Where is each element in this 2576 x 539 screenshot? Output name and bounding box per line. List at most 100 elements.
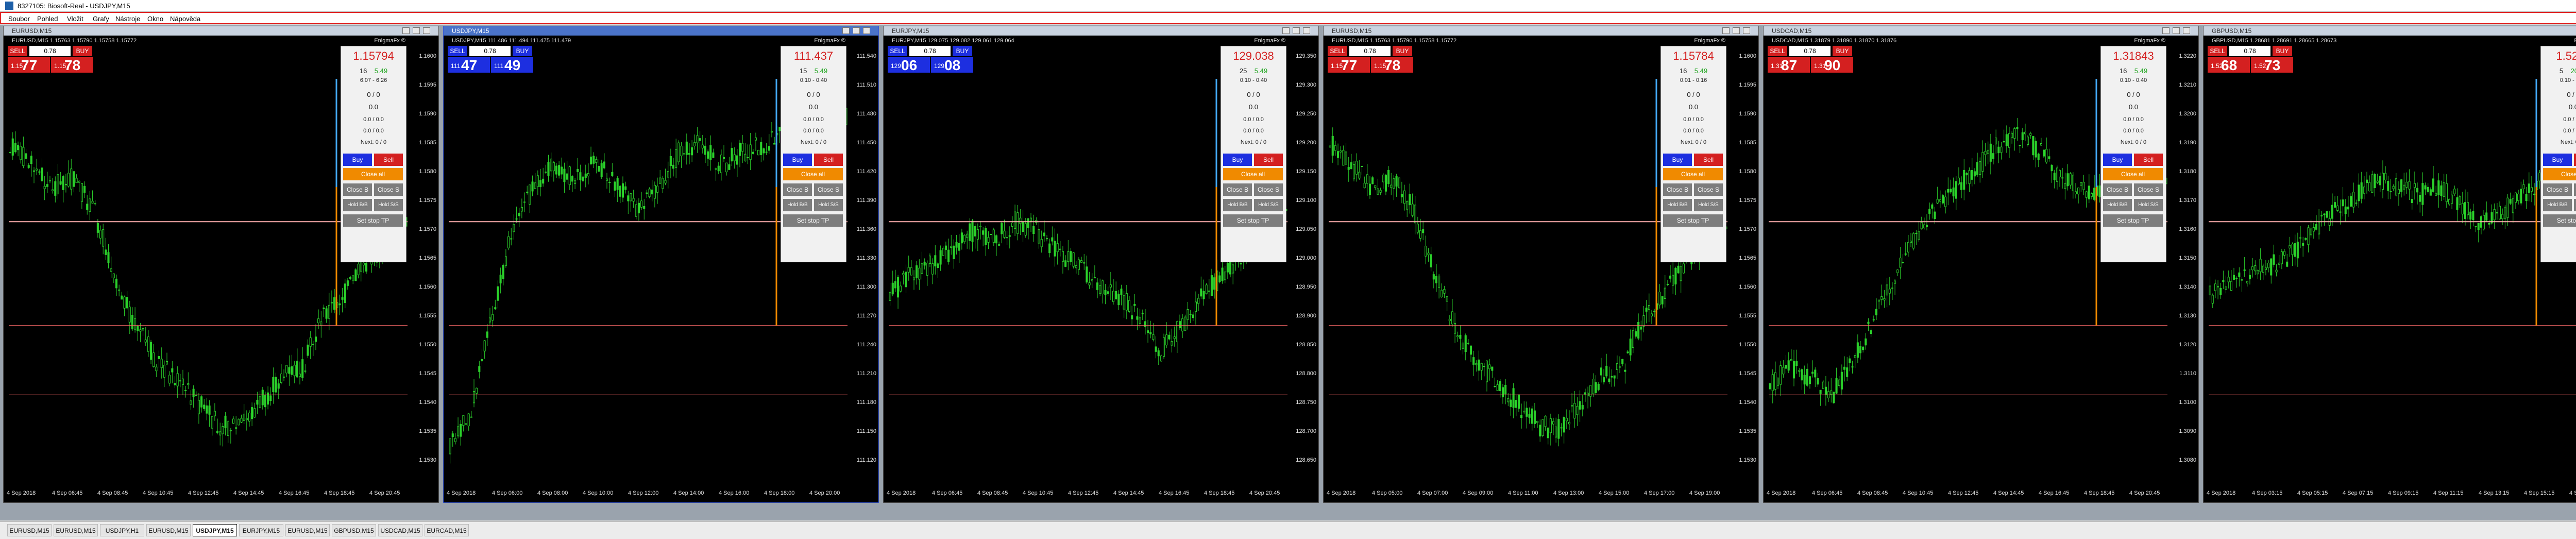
set-stop-tp-button[interactable]: Set stop TP — [1663, 214, 1723, 227]
sell-button[interactable]: Sell — [374, 154, 403, 166]
buy-button[interactable]: Buy — [783, 154, 812, 166]
bid-price-box[interactable]: 129 06 — [888, 57, 930, 73]
buy-button[interactable]: Buy — [2543, 154, 2572, 166]
chart-tab[interactable]: EURUSD,M15 — [7, 524, 52, 536]
one-click-sell-button[interactable]: SELL — [448, 46, 467, 56]
menu-item-help[interactable]: Nápověda — [170, 15, 200, 23]
bid-price-box[interactable]: 1.15 77 — [1328, 57, 1370, 73]
buy-button[interactable]: Buy — [1223, 154, 1252, 166]
chart-tab[interactable]: USDJPY,M15 — [193, 524, 237, 536]
close-all-button[interactable]: Close all — [343, 168, 403, 180]
one-click-buy-button[interactable]: BUY — [953, 46, 972, 56]
ask-price-box[interactable]: 1.52 73 — [2251, 57, 2293, 73]
price-chart[interactable] — [2204, 26, 2576, 503]
chart-tab[interactable]: EURCAD,M15 — [425, 524, 469, 536]
one-click-buy-button[interactable]: BUY — [73, 46, 92, 56]
lot-size-input[interactable]: 0.78 — [29, 46, 71, 56]
close-all-button[interactable]: Close all — [2543, 168, 2576, 180]
close-buy-button[interactable]: Close B — [2543, 183, 2572, 196]
hold-sell-button[interactable]: Hold S/S — [1254, 199, 1283, 211]
minimize-icon[interactable]: – — [2571, 0, 2576, 11]
lot-size-input[interactable]: 0.78 — [469, 46, 511, 56]
set-stop-tp-button[interactable]: Set stop TP — [2543, 214, 2576, 227]
hold-sell-button[interactable]: Hold S/S — [2134, 199, 2163, 211]
sell-button[interactable]: Sell — [2134, 154, 2163, 166]
lot-size-input[interactable]: 0.78 — [2229, 46, 2270, 56]
close-buy-button[interactable]: Close B — [343, 183, 372, 196]
one-click-buy-button[interactable]: BUY — [1833, 46, 1852, 56]
close-sell-button[interactable]: Close S — [1694, 183, 1723, 196]
chart-tab[interactable]: USDCAD,M15 — [378, 524, 422, 536]
hold-sell-button[interactable]: Hold S/S — [2574, 199, 2576, 211]
close-sell-button[interactable]: Close S — [1254, 183, 1283, 196]
hold-buy-button[interactable]: Hold B/B — [2103, 199, 2132, 211]
lot-size-input[interactable]: 0.78 — [1349, 46, 1391, 56]
one-click-buy-button[interactable]: BUY — [513, 46, 532, 56]
ask-price-box[interactable]: 1.15 78 — [1371, 57, 1413, 73]
hold-buy-button[interactable]: Hold B/B — [1223, 199, 1252, 211]
close-sell-button[interactable]: Close S — [2574, 183, 2576, 196]
chart-window-6[interactable]: GBPUSD,M15 GBPUSD,M15 1.28681 1.28691 1.… — [2203, 26, 2576, 503]
buy-button[interactable]: Buy — [343, 154, 372, 166]
menu-item-view[interactable]: Pohled — [37, 15, 58, 23]
menu-item-charts[interactable]: Grafy — [93, 15, 109, 23]
chart-tab[interactable]: GBPUSD,M15 — [332, 524, 376, 536]
ask-price-box[interactable]: 1.31 90 — [1811, 57, 1853, 73]
bid-price-box[interactable]: 111 47 — [448, 57, 490, 73]
hold-sell-button[interactable]: Hold S/S — [814, 199, 843, 211]
ask-price-box[interactable]: 129 08 — [931, 57, 973, 73]
bid-price-box[interactable]: 1.52 68 — [2208, 57, 2250, 73]
bid-price-box[interactable]: 1.31 87 — [1768, 57, 1810, 73]
menu-item-insert[interactable]: Vložit — [67, 15, 83, 23]
menu-item-tools[interactable]: Nástroje — [115, 15, 140, 23]
ask-price-box[interactable]: 1.15 78 — [51, 57, 93, 73]
close-all-button[interactable]: Close all — [1223, 168, 1283, 180]
hold-sell-button[interactable]: Hold S/S — [1694, 199, 1723, 211]
menu-item-file[interactable]: Soubor — [8, 15, 30, 23]
hold-buy-button[interactable]: Hold B/B — [783, 199, 812, 211]
set-stop-tp-button[interactable]: Set stop TP — [783, 214, 843, 227]
close-all-button[interactable]: Close all — [1663, 168, 1723, 180]
sell-button[interactable]: Sell — [814, 154, 843, 166]
set-stop-tp-button[interactable]: Set stop TP — [2103, 214, 2163, 227]
one-click-sell-button[interactable]: SELL — [8, 46, 27, 56]
lot-size-input[interactable]: 0.78 — [909, 46, 951, 56]
sell-button[interactable]: Sell — [2574, 154, 2576, 166]
chart-tab[interactable]: USDJPY,H1 — [100, 524, 144, 536]
chart-tab[interactable]: EURUSD,M15 — [285, 524, 330, 536]
lot-size-input[interactable]: 0.78 — [1789, 46, 1831, 56]
hold-buy-button[interactable]: Hold B/B — [343, 199, 372, 211]
chart-window-4[interactable]: EURUSD,M15 EURUSD,M15 1.15763 1.15790 1.… — [1323, 26, 1759, 503]
ask-price-box[interactable]: 111 49 — [491, 57, 533, 73]
hold-buy-button[interactable]: Hold B/B — [2543, 199, 2572, 211]
close-all-button[interactable]: Close all — [783, 168, 843, 180]
hold-buy-button[interactable]: Hold B/B — [1663, 199, 1692, 211]
buy-button[interactable]: Buy — [1663, 154, 1692, 166]
one-click-sell-button[interactable]: SELL — [2208, 46, 2227, 56]
one-click-sell-button[interactable]: SELL — [1328, 46, 1347, 56]
close-buy-button[interactable]: Close B — [1223, 183, 1252, 196]
close-sell-button[interactable]: Close S — [2134, 183, 2163, 196]
close-sell-button[interactable]: Close S — [814, 183, 843, 196]
sell-button[interactable]: Sell — [1694, 154, 1723, 166]
chart-window-5[interactable]: USDCAD,M15 USDCAD,M15 1.31879 1.31890 1.… — [1763, 26, 2199, 503]
buy-button[interactable]: Buy — [2103, 154, 2132, 166]
chart-window-3[interactable]: EURJPY,M15 EURJPY,M15 129.075 129.082 12… — [883, 26, 1319, 503]
set-stop-tp-button[interactable]: Set stop TP — [1223, 214, 1283, 227]
close-sell-button[interactable]: Close S — [374, 183, 403, 196]
set-stop-tp-button[interactable]: Set stop TP — [343, 214, 403, 227]
bid-price-box[interactable]: 1.15 77 — [8, 57, 50, 73]
close-buy-button[interactable]: Close B — [1663, 183, 1692, 196]
chart-window-2[interactable]: USDJPY,M15 USDJPY,M15 111.486 111.494 11… — [443, 26, 879, 503]
one-click-sell-button[interactable]: SELL — [1768, 46, 1787, 56]
one-click-buy-button[interactable]: BUY — [1393, 46, 1412, 56]
chart-tab[interactable]: EURUSD,M15 — [54, 524, 98, 536]
chart-window-1[interactable]: EURUSD,M15 EURUSD,M15 1.15763 1.15790 1.… — [3, 26, 439, 503]
sell-button[interactable]: Sell — [1254, 154, 1283, 166]
one-click-sell-button[interactable]: SELL — [888, 46, 907, 56]
close-buy-button[interactable]: Close B — [783, 183, 812, 196]
close-all-button[interactable]: Close all — [2103, 168, 2163, 180]
chart-tab[interactable]: EURUSD,M15 — [146, 524, 191, 536]
chart-tab[interactable]: EURJPY,M15 — [239, 524, 283, 536]
one-click-buy-button[interactable]: BUY — [2273, 46, 2292, 56]
